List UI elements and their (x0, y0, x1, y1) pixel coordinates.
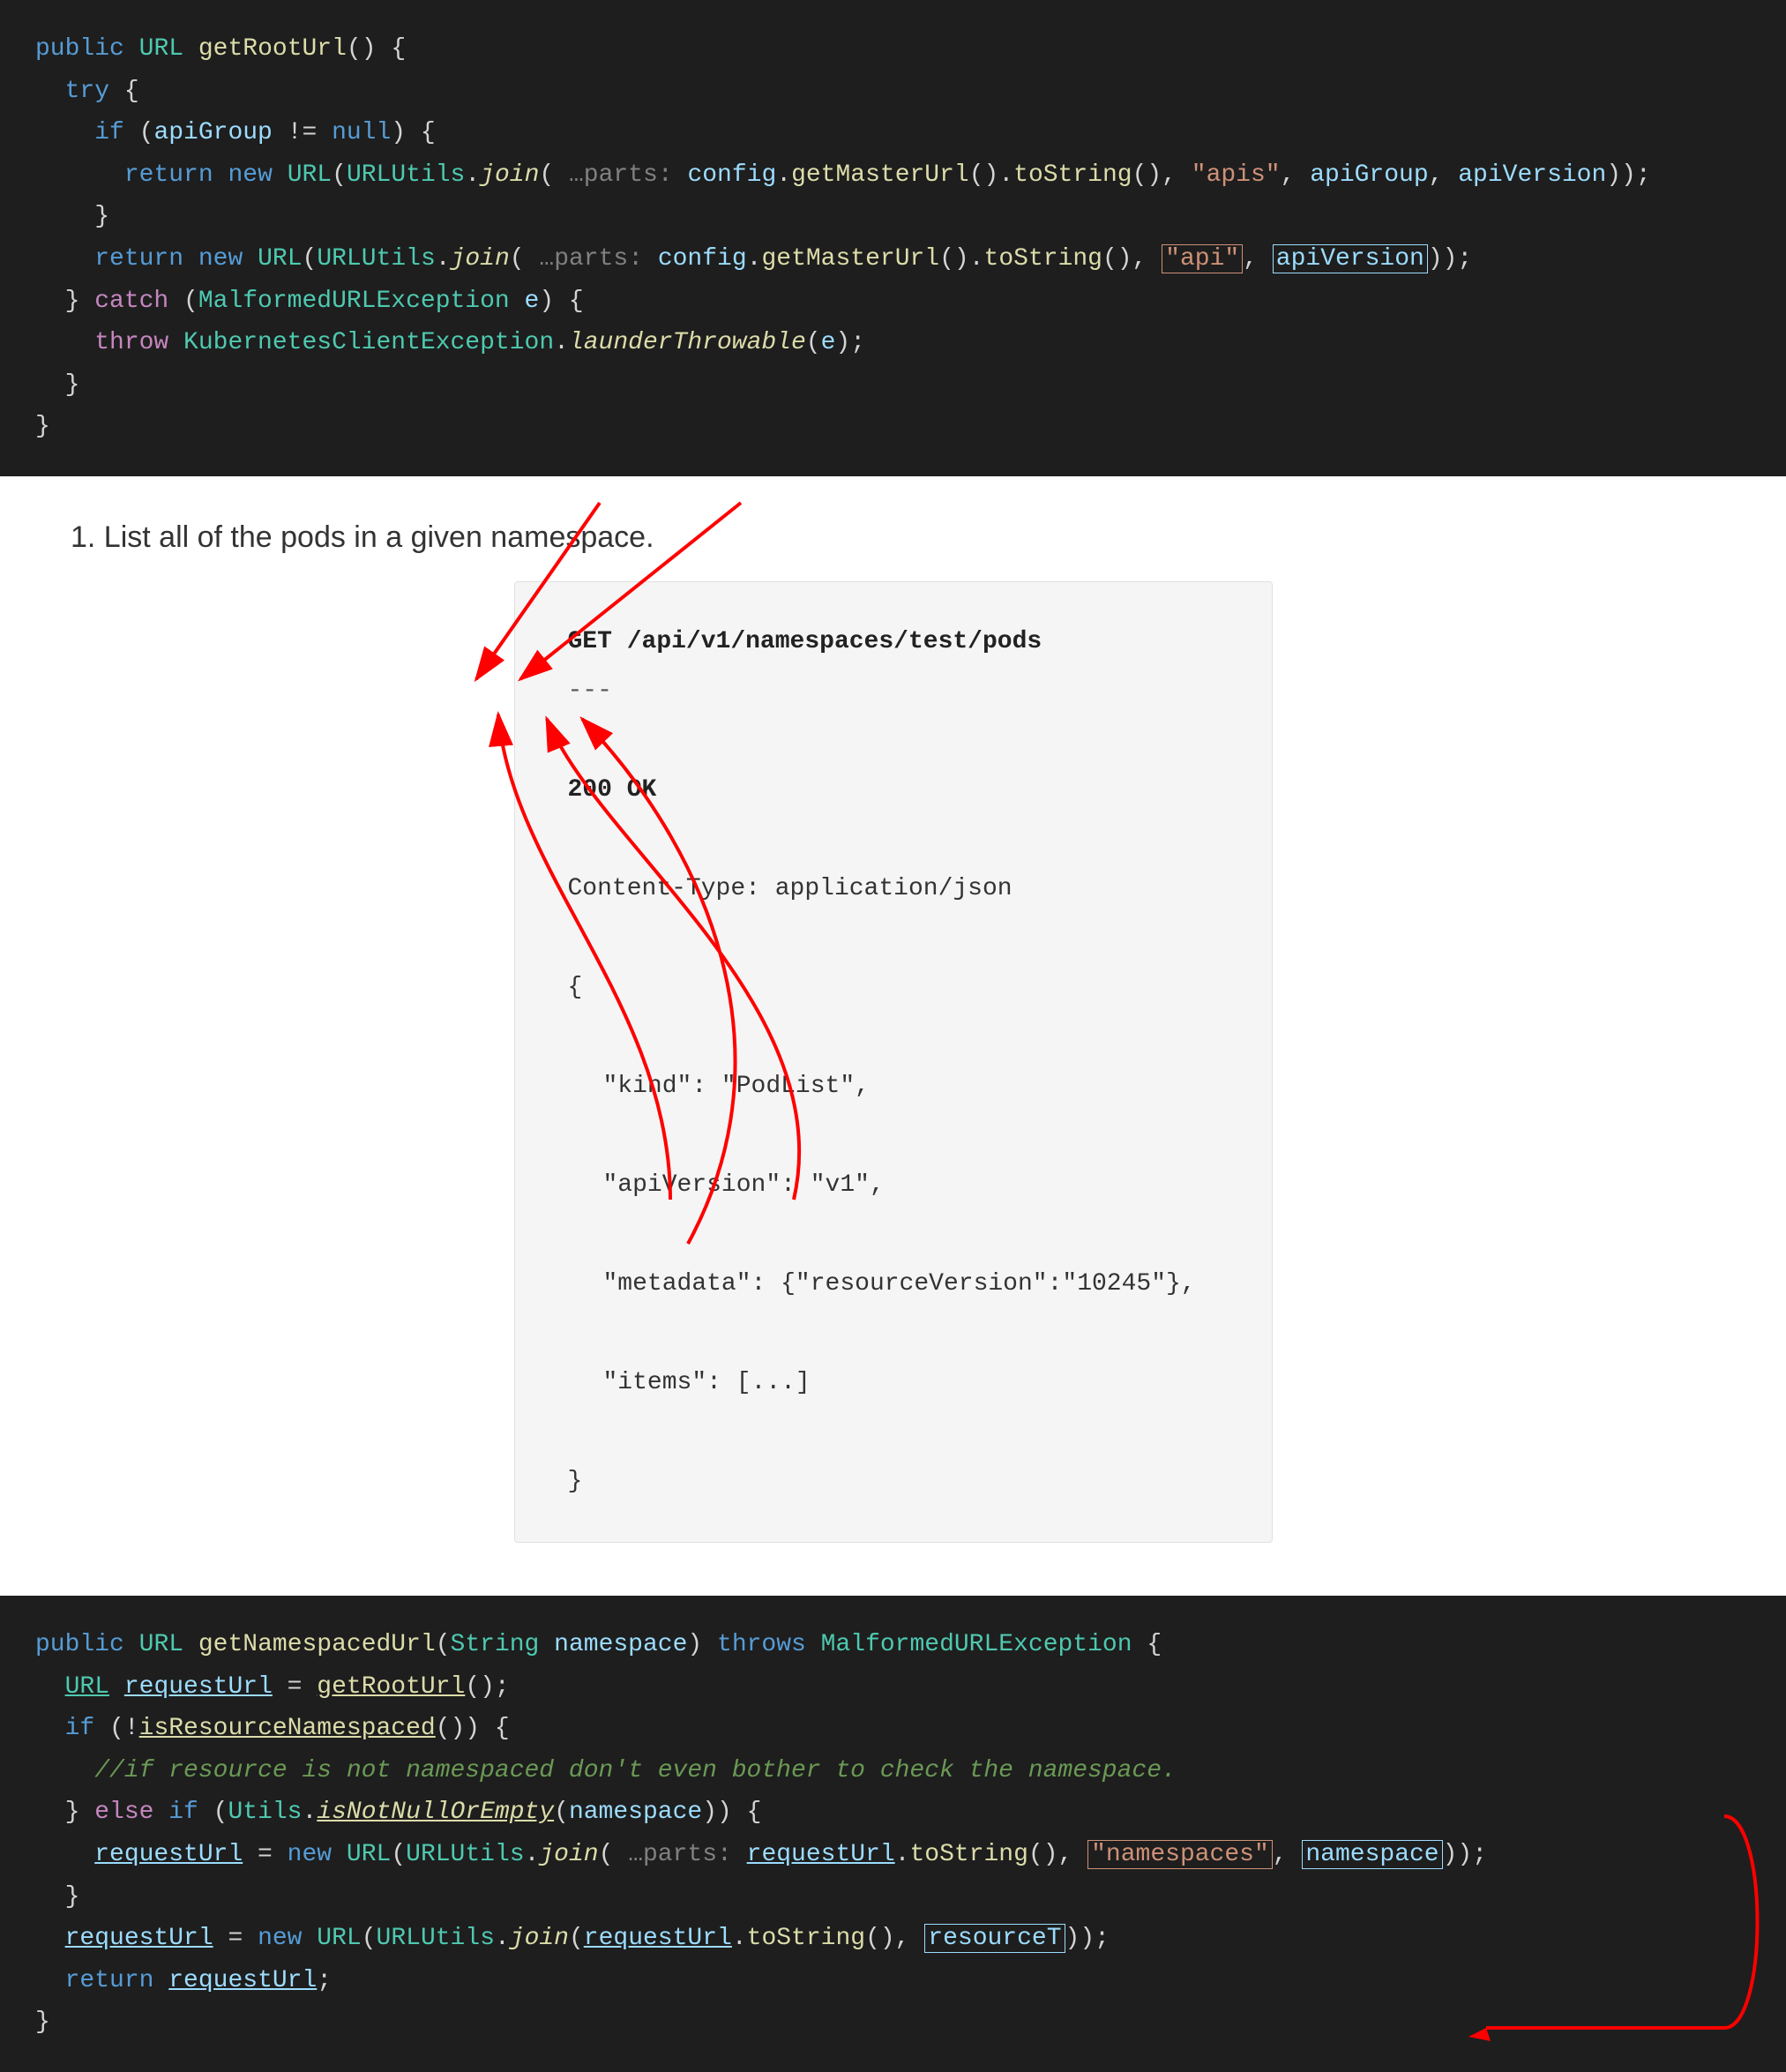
separator-line: --- (568, 667, 1219, 716)
json-close: } (568, 1457, 1219, 1507)
bottom-line-10: } (35, 2001, 1751, 2044)
bottom-line-8: requestUrl = new URL(URLUtils.join(reque… (35, 1918, 1751, 1960)
code-line-2: try { (35, 71, 1751, 113)
api-response-box: GET /api/v1/namespaces/test/pods --- 200… (514, 581, 1273, 1543)
bottom-line-2: URL requestUrl = getRootUrl(); (35, 1666, 1751, 1709)
code-line-10: } (35, 406, 1751, 448)
code-line-9: } (35, 364, 1751, 407)
bottom-line-3: if (!isResourceNamespaced()) { (35, 1708, 1751, 1750)
json-metadata: "metadata": {"resourceVersion":"10245"}, (568, 1260, 1219, 1309)
json-open: { (568, 963, 1219, 1013)
middle-section: 1. List all of the pods in a given names… (0, 476, 1786, 1596)
bottom-line-7: } (35, 1876, 1751, 1919)
json-items: "items": [...] (568, 1358, 1219, 1408)
bottom-line-1: public URL getNamespacedUrl(String names… (35, 1624, 1751, 1666)
code-line-4: return new URL(URLUtils.join( …parts: co… (35, 154, 1751, 197)
code-line-3: if (apiGroup != null) { (35, 112, 1751, 154)
bottom-line-6: requestUrl = new URL(URLUtils.join( …par… (35, 1834, 1751, 1876)
list-item-text: 1. List all of the pods in a given names… (71, 520, 1715, 555)
json-kind: "kind": "PodList", (568, 1062, 1219, 1111)
bottom-line-4: //if resource is not namespaced don't ev… (35, 1750, 1751, 1792)
code-line-8: throw KubernetesClientException.launderT… (35, 322, 1751, 364)
page-wrapper: public URL getRootUrl() { try { if (apiG… (0, 0, 1786, 2072)
code-line-6: return new URL(URLUtils.join( …parts: co… (35, 238, 1751, 281)
code-line-1: public URL getRootUrl() { (35, 28, 1751, 71)
code-line-5: } (35, 196, 1751, 238)
json-apiversion: "apiVersion": "v1", (568, 1161, 1219, 1210)
content-type-line: Content-Type: application/json (568, 864, 1219, 914)
bottom-line-5: } else if (Utils.isNotNullOrEmpty(namesp… (35, 1791, 1751, 1834)
bottom-code-block: public URL getNamespacedUrl(String names… (0, 1596, 1786, 2072)
status-line: 200 OK (568, 766, 1219, 815)
bottom-line-9: return requestUrl; (35, 1960, 1751, 2002)
code-line-7: } catch (MalformedURLException e) { (35, 281, 1751, 323)
get-line: GET /api/v1/namespaces/test/pods (568, 617, 1219, 667)
top-code-block: public URL getRootUrl() { try { if (apiG… (0, 0, 1786, 476)
